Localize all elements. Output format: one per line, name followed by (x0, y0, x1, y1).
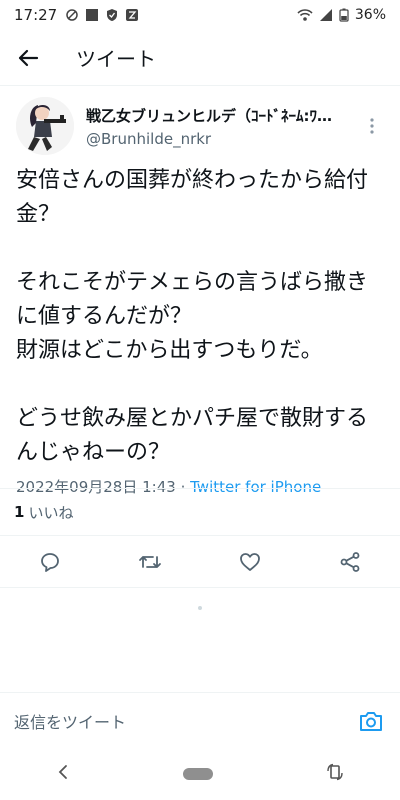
system-navigation-bar (0, 748, 400, 800)
like-count: 1 (14, 503, 25, 521)
like-button[interactable] (230, 542, 270, 582)
retweet-icon (139, 555, 161, 568)
square-notification-icon (86, 9, 99, 21)
tweet-detail: 戦乙女ブリュンヒルデ（ｺｰﾄﾞﾈｰﾑ:ﾜ… @Brunhilde_nrkr 安倍… (0, 96, 400, 497)
page-title: ツイート (76, 47, 156, 71)
back-button[interactable] (0, 30, 56, 86)
wifi-icon (297, 9, 313, 21)
tweet-header: 戦乙女ブリュンヒルデ（ｺｰﾄﾞﾈｰﾑ:ﾜ… @Brunhilde_nrkr (16, 96, 384, 156)
avatar[interactable] (16, 97, 74, 155)
comment-icon (41, 552, 59, 572)
sync-icon (66, 9, 78, 21)
status-time: 17:27 (14, 6, 58, 24)
status-right-group: 36% (297, 7, 386, 23)
like-label: いいね (28, 503, 74, 522)
app-notification-icon (126, 9, 139, 21)
tweet-stats[interactable]: 1 いいね (0, 488, 400, 536)
shield-icon (107, 9, 118, 21)
battery-icon (339, 8, 349, 22)
more-options-button[interactable] (360, 114, 384, 138)
more-vertical-icon (370, 118, 374, 134)
avatar-image (16, 97, 74, 155)
reply-composer[interactable]: 返信をツイート (0, 692, 400, 748)
chevron-left-icon (59, 765, 68, 779)
share-button[interactable] (330, 542, 370, 582)
heart-icon (240, 552, 260, 571)
signal-icon (319, 9, 332, 21)
reply-button[interactable] (30, 542, 70, 582)
loading-dot (198, 606, 202, 610)
display-name[interactable]: 戦乙女ブリュンヒルデ（ｺｰﾄﾞﾈｰﾑ:ﾜ… (86, 105, 354, 126)
nav-back-button[interactable] (56, 763, 70, 785)
top-app-bar: ツイート (0, 30, 400, 86)
arrow-left-icon (18, 49, 39, 66)
tweet-action-bar (0, 536, 400, 588)
rotate-icon (326, 763, 343, 781)
battery-percent: 36% (354, 7, 386, 23)
reply-input[interactable]: 返信をツイート (14, 709, 126, 733)
camera-button[interactable] (356, 706, 386, 736)
tweet-text: 安倍さんの国葬が終わったから給付金？ それこそがテメェらの言うばら撒きに値するん… (16, 168, 369, 465)
user-handle[interactable]: @Brunhilde_nrkr (86, 130, 354, 148)
nav-home-button[interactable] (182, 768, 213, 780)
user-block[interactable]: 戦乙女ブリュンヒルデ（ｺｰﾄﾞﾈｰﾑ:ﾜ… @Brunhilde_nrkr (86, 105, 354, 148)
retweet-button[interactable] (130, 542, 170, 582)
status-notification-icons (65, 8, 139, 22)
share-icon (340, 551, 360, 572)
camera-icon (360, 711, 382, 731)
nav-rotate-button[interactable] (326, 763, 344, 785)
status-bar: 17:27 36% (0, 0, 400, 30)
